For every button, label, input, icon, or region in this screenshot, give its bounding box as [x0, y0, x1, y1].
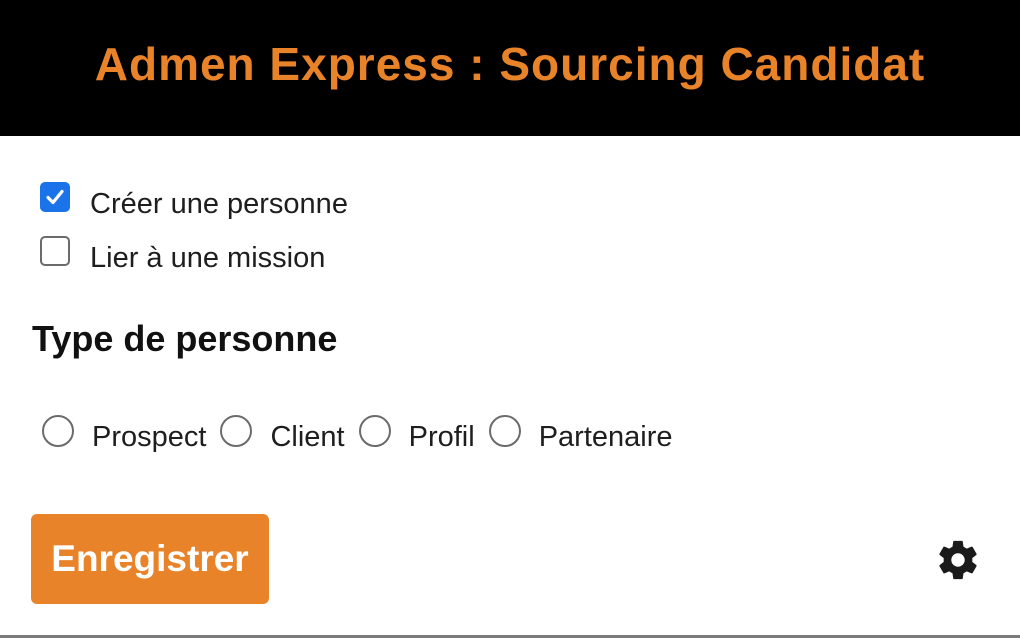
- client-label[interactable]: Client: [270, 421, 344, 454]
- create-person-option[interactable]: Créer une personne: [40, 180, 348, 220]
- settings-button[interactable]: [932, 534, 984, 586]
- radio-option-partenaire[interactable]: Partenaire: [488, 414, 673, 453]
- client-radio[interactable]: [220, 414, 253, 447]
- radio-option-prospect[interactable]: Prospect: [42, 414, 206, 453]
- person-type-heading: Type de personne: [32, 318, 338, 359]
- radio-option-profil[interactable]: Profil: [358, 414, 475, 453]
- person-type-radio-group: Prospect Client Profil Partenaire: [42, 414, 687, 453]
- link-mission-label[interactable]: Lier à une mission: [90, 242, 325, 275]
- partenaire-radio[interactable]: [488, 414, 521, 447]
- profil-label[interactable]: Profil: [409, 421, 475, 454]
- sourcing-panel: Admen Express : Sourcing Candidat Créer …: [0, 0, 1020, 638]
- radio-option-client[interactable]: Client: [220, 414, 345, 453]
- profil-radio[interactable]: [358, 414, 391, 447]
- create-person-label[interactable]: Créer une personne: [90, 188, 348, 221]
- app-title: Admen Express : Sourcing Candidat: [94, 38, 926, 90]
- link-mission-checkbox[interactable]: [40, 235, 70, 266]
- link-mission-option[interactable]: Lier à une mission: [40, 234, 325, 274]
- prospect-radio[interactable]: [42, 414, 74, 447]
- create-person-checkbox[interactable]: [40, 181, 70, 212]
- header-bar: Admen Express : Sourcing Candidat: [0, 0, 1020, 136]
- prospect-label[interactable]: Prospect: [92, 421, 206, 454]
- checkmark-icon: [46, 189, 64, 204]
- save-button[interactable]: Enregistrer: [31, 514, 269, 604]
- gear-icon: [939, 540, 977, 580]
- partenaire-label[interactable]: Partenaire: [539, 421, 673, 454]
